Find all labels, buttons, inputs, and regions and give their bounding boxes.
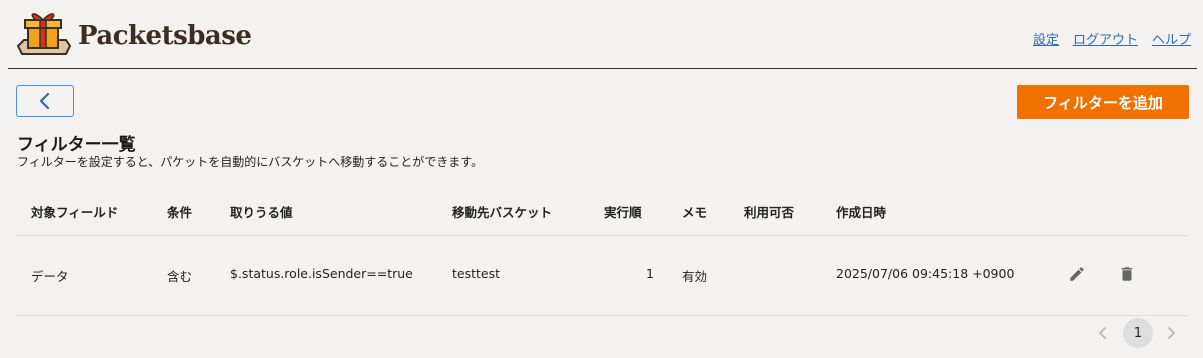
help-link[interactable]: ヘルプ	[1152, 29, 1191, 48]
logo[interactable]: Packetsbase	[14, 8, 252, 58]
table-row-divider	[16, 315, 1188, 316]
column-header-field: 対象フィールド	[31, 205, 119, 220]
add-filter-button[interactable]: フィルターを追加	[1017, 85, 1189, 119]
page-description: フィルターを設定すると、パケットを自動的にバスケットへ移動することができます。	[17, 155, 484, 169]
cell-value: $.status.role.isSender==true	[230, 266, 413, 281]
column-header-enabled: 利用可否	[744, 205, 795, 220]
column-header-created: 作成日時	[836, 205, 887, 220]
column-header-value: 取りうる値	[230, 205, 293, 220]
cell-created: 2025/07/06 09:45:18 +0900	[836, 266, 1015, 281]
delete-button[interactable]	[1115, 262, 1139, 286]
header-links: 設定 ログアウト ヘルプ	[1033, 29, 1191, 48]
column-header-basket: 移動先バスケット	[452, 205, 553, 220]
header-divider	[8, 68, 1197, 69]
cell-memo: 有効	[682, 269, 708, 284]
column-header-memo: メモ	[682, 205, 708, 220]
pencil-icon	[1070, 267, 1084, 281]
back-button[interactable]	[16, 85, 74, 117]
edit-button[interactable]	[1065, 262, 1089, 286]
chevron-right-icon	[1168, 327, 1175, 339]
brand-name: Packetsbase	[78, 21, 252, 51]
table-header-divider	[16, 235, 1188, 236]
logout-link[interactable]: ログアウト	[1073, 29, 1138, 48]
column-header-order: 実行順	[604, 205, 642, 220]
chevron-left-icon	[1099, 327, 1106, 339]
app-header: Packetsbase 設定 ログアウト ヘルプ	[0, 0, 1203, 70]
gift-box-icon	[16, 13, 72, 55]
pagination-prev-button[interactable]	[1093, 320, 1113, 346]
column-header-condition: 条件	[167, 205, 193, 220]
cell-order: 1	[646, 266, 654, 281]
pagination-next-button[interactable]	[1161, 320, 1181, 346]
cell-condition: 含む	[167, 269, 193, 284]
pagination-page-current[interactable]: 1	[1123, 318, 1153, 348]
settings-link[interactable]: 設定	[1033, 29, 1059, 48]
cell-field: データ	[31, 269, 69, 284]
page-title: フィルター一覧	[17, 135, 136, 155]
cell-basket: testtest	[452, 266, 501, 281]
chevron-left-icon	[39, 92, 50, 110]
trash-icon	[1121, 267, 1133, 281]
